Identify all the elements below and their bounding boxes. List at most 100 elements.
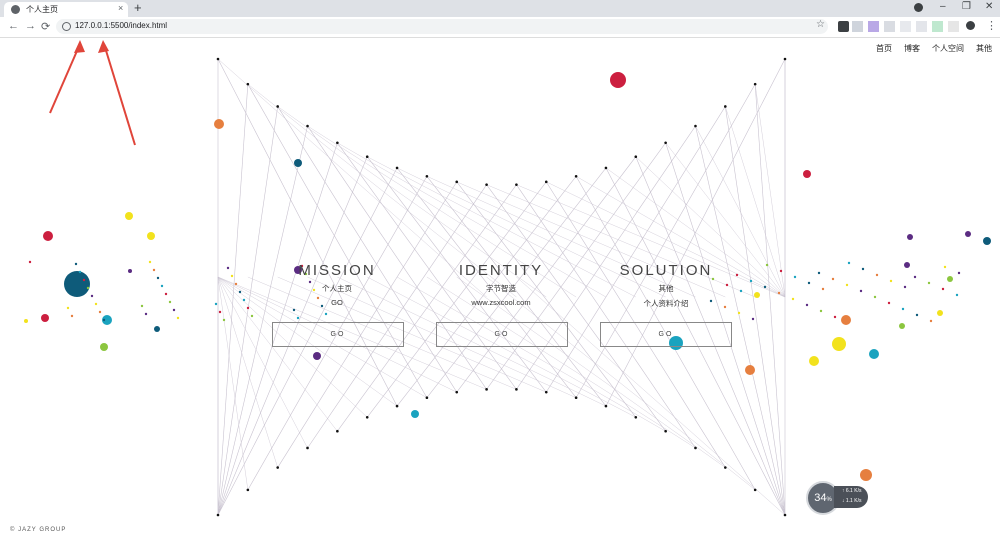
string-node [306, 124, 309, 128]
particle-dot [218, 310, 222, 314]
nav-item-space[interactable]: 个人空间 [932, 43, 964, 54]
particle-dot [160, 284, 164, 288]
bookmark-star-icon[interactable]: ☆ [816, 19, 825, 30]
string-line [217, 276, 249, 490]
card-subtitle: GO [331, 298, 343, 307]
solution-go-button[interactable]: GO [600, 322, 732, 347]
particle-dot [234, 282, 238, 286]
particle-dot [292, 308, 296, 312]
extension-icon[interactable] [900, 21, 911, 32]
particle-dot [147, 232, 155, 240]
back-button[interactable]: ← [8, 20, 19, 32]
rate-unit: K/s [854, 488, 862, 494]
globe-icon [11, 5, 20, 14]
extension-icon[interactable] [948, 21, 959, 32]
profile-icon[interactable] [914, 3, 923, 12]
particle-dot [875, 273, 879, 277]
string-node [395, 404, 399, 408]
string-node [425, 396, 429, 400]
particle-dot [66, 306, 70, 310]
string-node [276, 105, 279, 108]
solution-card: SOLUTION 其他 个人资料介绍 [586, 262, 746, 309]
particle-dot [847, 261, 851, 265]
particle-dot [889, 279, 893, 283]
particle-dot [250, 314, 254, 318]
string-line [307, 184, 487, 449]
account-avatar[interactable] [966, 21, 975, 30]
string-line [217, 58, 398, 407]
string-node [306, 446, 309, 450]
url-text[interactable]: 127.0.0.1:5500/index.html [75, 21, 167, 30]
string-node [515, 183, 518, 186]
string-line [516, 125, 696, 390]
address-bar[interactable]: 127.0.0.1:5500/index.html ☆ [56, 19, 828, 34]
string-line [516, 184, 696, 449]
speed-rates: ↑ 6.1 K/s ↓ 1.1 K/s [834, 486, 868, 508]
mission-go-button[interactable]: GO [272, 322, 404, 347]
string-node [246, 488, 250, 492]
extension-icon[interactable] [868, 21, 879, 32]
string-node [365, 155, 369, 159]
particle-dot [168, 300, 172, 304]
particle-dot [100, 343, 108, 351]
particle-dot [983, 237, 991, 245]
tab-close-button[interactable]: × [118, 3, 123, 13]
download-value: 1.1 [845, 498, 853, 504]
browser-tab[interactable]: 个人主页 × [4, 2, 128, 17]
string-node [783, 57, 787, 61]
browser-tab-bar: 个人主页 × + – ❐ ✕ [0, 0, 1000, 17]
nav-item-other[interactable]: 其他 [976, 43, 992, 54]
particle-dot [901, 307, 905, 311]
nav-item-home[interactable]: 首页 [876, 43, 892, 54]
particle-dot [859, 289, 863, 293]
mission-card: MISSION 个人主页 GO [257, 262, 417, 307]
string-node [753, 82, 757, 86]
particle-dot [140, 304, 144, 308]
forward-button[interactable]: → [25, 20, 36, 32]
string-node [544, 180, 548, 184]
extension-icon[interactable] [852, 21, 863, 32]
particle-dot [102, 318, 106, 322]
particle-dot [803, 170, 811, 178]
string-node [485, 388, 488, 391]
nav-item-blog[interactable]: 博客 [904, 43, 920, 54]
particle-dot [845, 283, 849, 287]
string-node [634, 415, 638, 419]
particle-dot [907, 234, 913, 240]
particle-dot [176, 316, 180, 320]
extension-icon[interactable] [932, 21, 943, 32]
extension-icon[interactable] [916, 21, 927, 32]
particle-dot [154, 326, 160, 332]
particle-dot [90, 294, 94, 298]
particle-dot [222, 318, 226, 322]
string-node [276, 466, 279, 469]
extension-icon[interactable] [838, 21, 849, 32]
string-line [575, 83, 756, 398]
string-node [574, 396, 578, 400]
browser-toolbar: ← → ⟳ 127.0.0.1:5500/index.html ☆ ⋮ [0, 17, 1000, 38]
reload-button[interactable]: ⟳ [41, 20, 50, 33]
restore-button[interactable]: ❐ [962, 1, 971, 12]
new-tab-button[interactable]: + [134, 0, 142, 15]
particle-dot [64, 271, 90, 297]
string-line [546, 106, 726, 393]
particle-dot [821, 287, 825, 291]
identity-go-button[interactable]: GO [436, 322, 568, 347]
particle-dot [915, 313, 919, 317]
particle-dot [214, 302, 218, 306]
particle-dot [943, 265, 947, 269]
string-node [544, 390, 548, 394]
particle-dot [777, 291, 781, 295]
browser-menu-icon[interactable]: ⋮ [986, 19, 997, 32]
particle-dot [805, 303, 809, 307]
string-node [216, 57, 220, 61]
info-icon[interactable] [62, 22, 71, 31]
minimize-button[interactable]: – [940, 1, 946, 12]
close-window-button[interactable]: ✕ [985, 1, 993, 12]
network-speed-widget[interactable]: 34% ↑ 6.1 K/s ↓ 1.1 K/s [806, 481, 868, 515]
particle-dot [230, 274, 234, 278]
string-node [574, 174, 578, 178]
string-node [664, 429, 667, 433]
extension-icon[interactable] [884, 21, 895, 32]
particle-dot [807, 281, 811, 285]
